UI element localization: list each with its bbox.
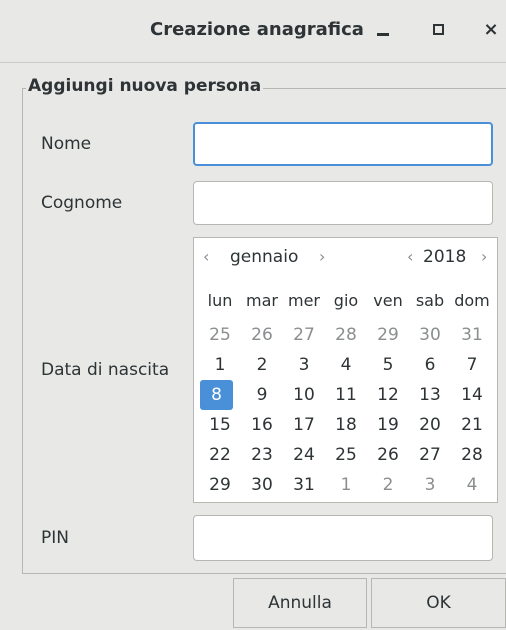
- calendar-day[interactable]: 3: [283, 350, 325, 380]
- calendar-day[interactable]: 30: [409, 320, 451, 350]
- minimize-icon: [377, 33, 389, 36]
- calendar-day[interactable]: 7: [451, 350, 493, 380]
- calendar-day[interactable]: 2: [241, 350, 283, 380]
- maximize-button[interactable]: [427, 18, 451, 42]
- calendar-year: 2018: [423, 247, 467, 267]
- nome-input[interactable]: [195, 124, 491, 164]
- birthdate-calendar[interactable]: ‹ gennaio › ‹ 2018 › lun mar mer gio ven sab d…: [193, 237, 498, 503]
- calendar-day[interactable]: 13: [409, 380, 451, 410]
- calendar-day[interactable]: 10: [283, 380, 325, 410]
- calendar-day[interactable]: 26: [367, 440, 409, 470]
- close-icon: ×: [483, 19, 499, 40]
- calendar-day[interactable]: 31: [283, 470, 325, 500]
- pin-input[interactable]: [194, 516, 492, 560]
- prev-year-icon[interactable]: ‹: [407, 247, 413, 266]
- cognome-label: Cognome: [41, 193, 123, 213]
- calendar-day[interactable]: 23: [241, 440, 283, 470]
- calendar-day[interactable]: 11: [325, 380, 367, 410]
- form-legend: Aggiungi nuova persona: [26, 76, 264, 96]
- calendar-day[interactable]: 14: [451, 380, 493, 410]
- calendar-header: ‹ gennaio › ‹ 2018 ›: [194, 238, 497, 278]
- calendar-day[interactable]: 21: [451, 410, 493, 440]
- calendar-day[interactable]: 4: [451, 470, 493, 500]
- pin-field[interactable]: [193, 515, 493, 561]
- calendar-day[interactable]: 15: [199, 410, 241, 440]
- calendar-day[interactable]: 16: [241, 410, 283, 440]
- pin-label: PIN: [41, 528, 69, 548]
- calendar-month: gennaio: [230, 247, 299, 267]
- calendar-day[interactable]: 25: [325, 440, 367, 470]
- weekday-header: dom: [454, 291, 490, 310]
- calendar-day[interactable]: 19: [367, 410, 409, 440]
- weekday-header: lun: [207, 291, 233, 310]
- calendar-day[interactable]: 28: [451, 440, 493, 470]
- calendar-day[interactable]: 26: [241, 320, 283, 350]
- calendar-day[interactable]: 17: [283, 410, 325, 440]
- next-month-icon[interactable]: ›: [319, 247, 325, 266]
- calendar-day[interactable]: 31: [451, 320, 493, 350]
- calendar-day[interactable]: 28: [325, 320, 367, 350]
- weekday-header: ven: [373, 291, 403, 310]
- prev-month-icon[interactable]: ‹: [203, 247, 209, 266]
- calendar-day[interactable]: 12: [367, 380, 409, 410]
- calendar-day[interactable]: 1: [325, 470, 367, 500]
- maximize-icon: [433, 24, 444, 35]
- ok-button[interactable]: OK: [371, 578, 506, 628]
- calendar-day[interactable]: 27: [283, 320, 325, 350]
- calendar-day[interactable]: 29: [367, 320, 409, 350]
- calendar-day-selected[interactable]: 8: [200, 380, 233, 410]
- cancel-button[interactable]: Annulla: [233, 578, 367, 628]
- calendar-day[interactable]: 6: [409, 350, 451, 380]
- calendar-day[interactable]: 4: [325, 350, 367, 380]
- close-button[interactable]: ×: [479, 18, 503, 42]
- calendar-day[interactable]: 25: [199, 320, 241, 350]
- cognome-input[interactable]: [194, 182, 492, 224]
- title-bar: Creazione anagrafica ×: [0, 0, 506, 63]
- calendar-day[interactable]: 18: [325, 410, 367, 440]
- weekday-header: mer: [287, 291, 320, 310]
- calendar-day[interactable]: 30: [241, 470, 283, 500]
- calendar-day[interactable]: 1: [199, 350, 241, 380]
- cognome-field[interactable]: [193, 181, 493, 225]
- weekday-header: sab: [415, 291, 445, 310]
- calendar-day[interactable]: 22: [199, 440, 241, 470]
- data-nascita-label: Data di nascita: [41, 360, 170, 380]
- window-title: Creazione anagrafica: [150, 19, 364, 40]
- calendar-day[interactable]: 9: [241, 380, 283, 410]
- weekday-header: mar: [246, 291, 278, 310]
- nome-field[interactable]: [193, 122, 493, 166]
- calendar-day[interactable]: 27: [409, 440, 451, 470]
- calendar-day[interactable]: 3: [409, 470, 451, 500]
- weekday-header: gio: [333, 291, 359, 310]
- minimize-button[interactable]: [372, 18, 396, 42]
- calendar-day[interactable]: 2: [367, 470, 409, 500]
- calendar-day[interactable]: 29: [199, 470, 241, 500]
- calendar-day[interactable]: 24: [283, 440, 325, 470]
- calendar-day[interactable]: 5: [367, 350, 409, 380]
- nome-label: Nome: [41, 134, 92, 154]
- calendar-day[interactable]: 20: [409, 410, 451, 440]
- next-year-icon[interactable]: ›: [481, 247, 487, 266]
